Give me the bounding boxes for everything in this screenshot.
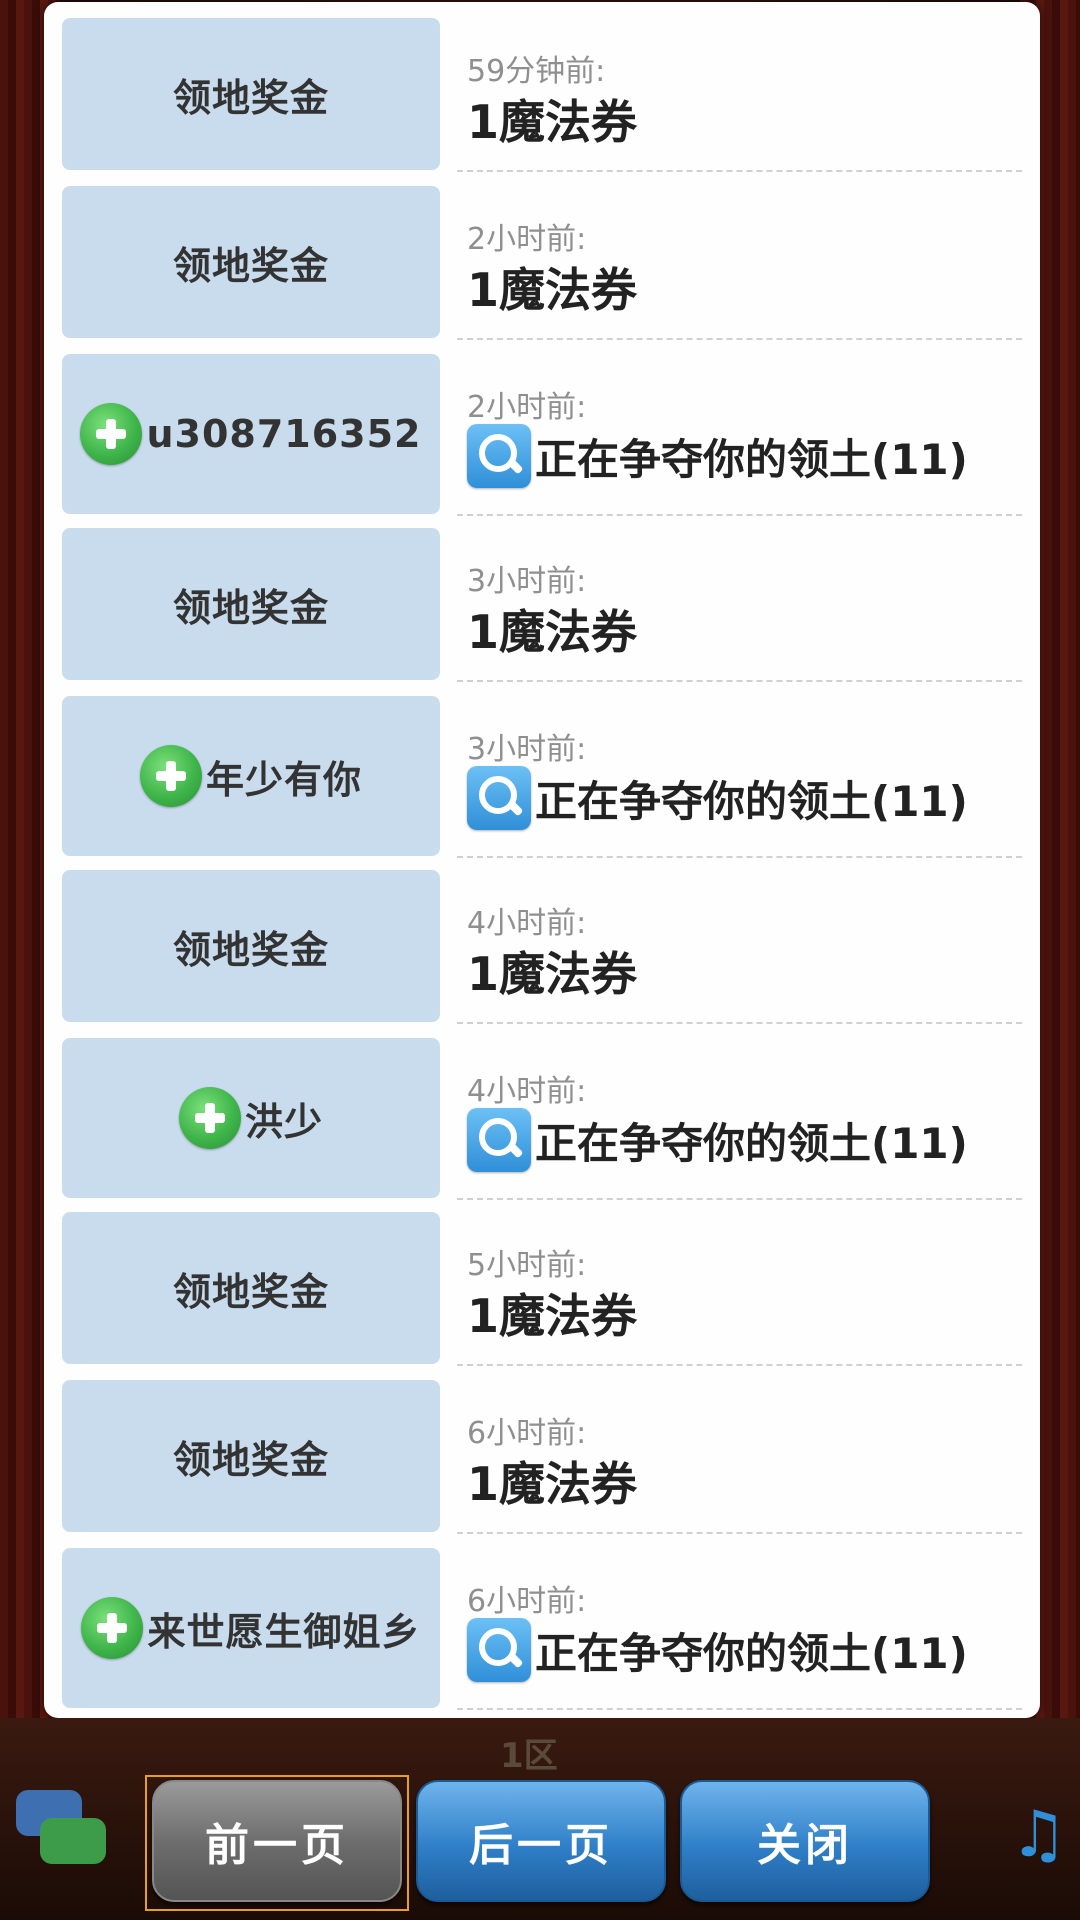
add-friend-icon[interactable] — [81, 1597, 144, 1659]
sender-name: 领地奖金 — [172, 75, 329, 120]
search-icon[interactable] — [467, 1618, 531, 1682]
sender-cell: 领地奖金 — [62, 18, 440, 170]
reward-message: 1魔法券 — [467, 95, 638, 149]
entry-time: 3小时前: — [467, 564, 587, 599]
add-friend-icon[interactable] — [139, 745, 202, 807]
entry-time: 6小时前: — [467, 1416, 587, 1451]
log-entry: 年少有你 3小时前: 正在争夺你的领土(11) — [62, 696, 1024, 858]
log-entry: u308716352 2小时前: 正在争夺你的领土(11) — [62, 354, 1024, 516]
sender-cell: 领地奖金 — [62, 870, 440, 1022]
chat-icon[interactable] — [16, 1790, 106, 1870]
message-cell: 3小时前: 1魔法券 — [457, 528, 1022, 682]
sender-name: u308716352 — [146, 412, 422, 456]
music-icon[interactable]: ♫ — [1010, 1800, 1067, 1870]
message-text: 正在争夺你的领土(11) — [535, 1118, 968, 1168]
entry-time: 5小时前: — [467, 1248, 587, 1283]
territory-attack-message: 正在争夺你的领土(11) — [467, 424, 968, 488]
search-icon[interactable] — [467, 1108, 531, 1172]
log-entry: 领地奖金 5小时前: 1魔法券 — [62, 1212, 1024, 1366]
sender-cell[interactable]: 来世愿生御姐乡 — [62, 1548, 440, 1708]
sender-cell: 领地奖金 — [62, 186, 440, 338]
sender-name: 年少有你 — [205, 757, 362, 802]
next-page-button[interactable]: 后一页 — [416, 1780, 666, 1902]
territory-attack-message: 正在争夺你的领土(11) — [467, 1618, 968, 1682]
zone-label: 1区 — [500, 1736, 558, 1776]
log-entry: 领地奖金 2小时前: 1魔法券 — [62, 186, 1024, 340]
log-entry: 洪少 4小时前: 正在争夺你的领土(11) — [62, 1038, 1024, 1200]
message-text: 正在争夺你的领土(11) — [535, 1628, 968, 1678]
message-cell: 59分钟前: 1魔法券 — [457, 18, 1022, 172]
sender-cell[interactable]: u308716352 — [62, 354, 440, 514]
message-log-panel: 领地奖金 59分钟前: 1魔法券 领地奖金 2小时前: 1魔法券 u308716352 2小时… — [44, 2, 1040, 1718]
territory-attack-message: 正在争夺你的领土(11) — [467, 1108, 968, 1172]
entry-time: 6小时前: — [467, 1584, 587, 1619]
reward-message: 1魔法券 — [467, 947, 638, 1001]
message-cell: 4小时前: 1魔法券 — [457, 870, 1022, 1024]
log-entry: 领地奖金 3小时前: 1魔法券 — [62, 528, 1024, 682]
entry-time: 59分钟前: — [467, 54, 606, 89]
sender-name: 领地奖金 — [172, 1437, 329, 1482]
reward-message: 1魔法券 — [467, 605, 638, 659]
sender-cell[interactable]: 洪少 — [62, 1038, 440, 1198]
message-cell: 2小时前: 1魔法券 — [457, 186, 1022, 340]
close-button[interactable]: 关闭 — [680, 1780, 930, 1902]
log-entry: 来世愿生御姐乡 6小时前: 正在争夺你的领土(11) — [62, 1548, 1024, 1710]
log-entry: 领地奖金 4小时前: 1魔法券 — [62, 870, 1024, 1024]
territory-attack-message: 正在争夺你的领土(11) — [467, 766, 968, 830]
message-cell: 4小时前: 正在争夺你的领土(11) — [457, 1038, 1022, 1200]
reward-message: 1魔法券 — [467, 263, 638, 317]
message-text: 正在争夺你的领土(11) — [535, 776, 968, 826]
sender-cell: 领地奖金 — [62, 528, 440, 680]
sender-cell[interactable]: 年少有你 — [62, 696, 440, 856]
add-friend-icon[interactable] — [178, 1087, 241, 1149]
log-entry: 领地奖金 6小时前: 1魔法券 — [62, 1380, 1024, 1534]
log-entry: 领地奖金 59分钟前: 1魔法券 — [62, 18, 1024, 172]
message-cell: 3小时前: 正在争夺你的领土(11) — [457, 696, 1022, 858]
message-text: 正在争夺你的领土(11) — [535, 434, 968, 484]
sender-name: 领地奖金 — [172, 1269, 329, 1314]
add-friend-icon[interactable] — [80, 403, 143, 465]
sender-name: 洪少 — [244, 1099, 323, 1144]
message-cell: 6小时前: 正在争夺你的领土(11) — [457, 1548, 1022, 1710]
sender-cell: 领地奖金 — [62, 1212, 440, 1364]
sender-name: 领地奖金 — [172, 585, 329, 630]
reward-message: 1魔法券 — [467, 1289, 638, 1343]
sender-name: 来世愿生御姐乡 — [147, 1609, 421, 1654]
entry-time: 3小时前: — [467, 732, 587, 767]
search-icon[interactable] — [467, 424, 531, 488]
reward-message: 1魔法券 — [467, 1457, 638, 1511]
sender-name: 领地奖金 — [172, 243, 329, 288]
sender-cell: 领地奖金 — [62, 1380, 440, 1532]
entry-time: 4小时前: — [467, 1074, 587, 1109]
search-icon[interactable] — [467, 766, 531, 830]
sender-name: 领地奖金 — [172, 927, 329, 972]
message-cell: 2小时前: 正在争夺你的领土(11) — [457, 354, 1022, 516]
entry-time: 4小时前: — [467, 906, 587, 941]
message-cell: 5小时前: 1魔法券 — [457, 1212, 1022, 1366]
message-cell: 6小时前: 1魔法券 — [457, 1380, 1022, 1534]
entry-time: 2小时前: — [467, 222, 587, 257]
prev-page-button[interactable]: 前一页 — [152, 1780, 402, 1902]
entry-time: 2小时前: — [467, 390, 587, 425]
